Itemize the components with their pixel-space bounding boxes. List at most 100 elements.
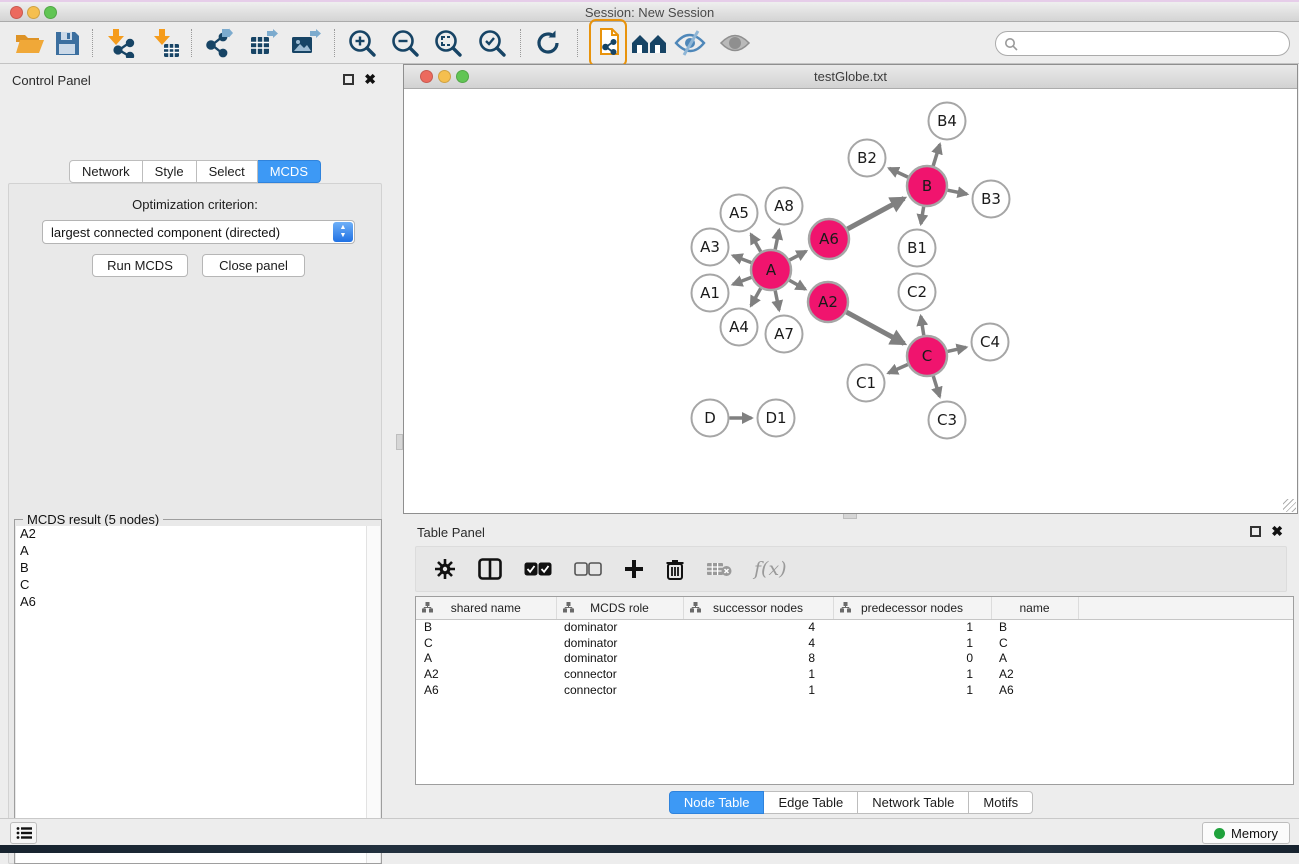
tab-node-table[interactable]: Node Table xyxy=(669,791,765,814)
graph-edge-C-C2[interactable] xyxy=(921,316,924,335)
graph-edge-A-A2[interactable] xyxy=(789,280,805,289)
tab-network-table[interactable]: Network Table xyxy=(858,791,969,814)
graph-node-B3[interactable]: B3 xyxy=(973,181,1010,218)
graph-node-D[interactable]: D xyxy=(692,400,729,437)
graph-node-A2[interactable]: A2 xyxy=(808,282,848,322)
table-cell[interactable]: B xyxy=(991,619,1078,635)
graph-edge-C-C1[interactable] xyxy=(888,364,907,373)
graph-node-A6[interactable]: A6 xyxy=(809,219,849,259)
optimization-criterion-select[interactable]: largest connected component (directed) ▲… xyxy=(42,220,355,244)
graph-edge-A-A5[interactable] xyxy=(751,234,761,251)
graph-node-A1[interactable]: A1 xyxy=(692,275,729,312)
close-panel-icon[interactable]: ✖ xyxy=(1271,526,1283,537)
table-cell[interactable]: 1 xyxy=(683,666,833,682)
table-cell[interactable]: A xyxy=(416,651,556,667)
graph-node-A7[interactable]: A7 xyxy=(766,316,803,353)
table-cell[interactable]: connector xyxy=(556,682,683,698)
table-cell[interactable]: dominator xyxy=(556,651,683,667)
vertical-splitter-handle[interactable] xyxy=(396,434,403,450)
table-cell[interactable]: 1 xyxy=(833,682,991,698)
graph-edge-A-A3[interactable] xyxy=(733,256,751,263)
delete-table-icon[interactable] xyxy=(706,561,732,577)
column-header[interactable]: name xyxy=(991,597,1078,619)
zoom-selected-icon[interactable] xyxy=(475,22,509,64)
float-panel-icon[interactable] xyxy=(343,74,354,85)
table-row[interactable]: Cdominator41C xyxy=(416,635,1293,651)
deselect-all-checkboxes-icon[interactable] xyxy=(574,562,602,576)
zoom-in-icon[interactable] xyxy=(345,22,379,64)
export-table-icon[interactable] xyxy=(246,22,280,64)
first-neighbors-icon[interactable] xyxy=(630,22,668,64)
graph-node-C2[interactable]: C2 xyxy=(899,274,936,311)
graph-edge-C-C3[interactable] xyxy=(933,376,939,397)
graph-node-B1[interactable]: B1 xyxy=(899,230,936,267)
graph-edge-B-B3[interactable] xyxy=(948,190,967,194)
table-cell[interactable]: connector xyxy=(556,666,683,682)
graph-node-A8[interactable]: A8 xyxy=(766,188,803,225)
table-row[interactable]: A6connector11A6 xyxy=(416,682,1293,698)
zoom-fit-icon[interactable] xyxy=(431,22,465,64)
table-cell[interactable]: A2 xyxy=(991,666,1078,682)
graph-edge-A-A1[interactable] xyxy=(733,277,751,284)
table-cell[interactable]: dominator xyxy=(556,619,683,635)
table-cell[interactable]: A6 xyxy=(991,682,1078,698)
graph-edge-A2-C[interactable] xyxy=(846,312,904,343)
tab-select[interactable]: Select xyxy=(197,160,258,183)
graph-node-C1[interactable]: C1 xyxy=(848,365,885,402)
memory-button[interactable]: Memory xyxy=(1202,822,1290,844)
search-field[interactable] xyxy=(995,31,1290,56)
zoom-out-icon[interactable] xyxy=(388,22,422,64)
show-hide-graphics-icon[interactable] xyxy=(672,22,708,64)
graph-node-B[interactable]: B xyxy=(907,166,947,206)
table-cell[interactable]: C xyxy=(416,635,556,651)
column-header[interactable]: MCDS role xyxy=(556,597,683,619)
tab-style[interactable]: Style xyxy=(143,160,197,183)
network-canvas[interactable]: B4B2BB3A5A8A6A3B1AA1C2A2A4A7C4CC1DD1C3 xyxy=(404,90,1297,513)
table-cell[interactable]: 1 xyxy=(833,619,991,635)
graph-edge-A-A8[interactable] xyxy=(775,230,779,249)
column-header[interactable]: successor nodes xyxy=(683,597,833,619)
add-column-icon[interactable] xyxy=(624,559,644,579)
new-network-from-selection-icon[interactable] xyxy=(592,22,624,64)
graph-node-D1[interactable]: D1 xyxy=(758,400,795,437)
import-table-icon[interactable] xyxy=(149,22,183,64)
select-all-checkboxes-icon[interactable] xyxy=(524,562,552,576)
graph-node-B2[interactable]: B2 xyxy=(849,140,886,177)
close-panel-icon[interactable]: ✖ xyxy=(364,74,376,85)
table-cell[interactable]: 0 xyxy=(833,651,991,667)
graph-node-A[interactable]: A xyxy=(751,250,791,290)
column-header[interactable]: predecessor nodes xyxy=(833,597,991,619)
refresh-icon[interactable] xyxy=(531,22,565,64)
delete-column-icon[interactable] xyxy=(666,559,684,580)
export-image-icon[interactable] xyxy=(288,22,322,64)
result-scrollbar[interactable] xyxy=(366,526,380,863)
table-cell[interactable]: A xyxy=(991,651,1078,667)
result-item[interactable]: B xyxy=(16,560,368,577)
table-row[interactable]: Bdominator41B xyxy=(416,619,1293,635)
graph-edge-B-B2[interactable] xyxy=(889,168,908,177)
export-network-icon[interactable] xyxy=(203,22,237,64)
graph-node-A5[interactable]: A5 xyxy=(721,195,758,232)
mcds-result-list[interactable]: A2ABCA6 xyxy=(16,526,368,863)
table-row[interactable]: A2connector11A2 xyxy=(416,666,1293,682)
graph-node-A4[interactable]: A4 xyxy=(721,309,758,346)
result-item[interactable]: A6 xyxy=(16,594,368,611)
result-item[interactable]: C xyxy=(16,577,368,594)
graph-node-B4[interactable]: B4 xyxy=(929,103,966,140)
table-cell[interactable]: 1 xyxy=(833,666,991,682)
save-session-icon[interactable] xyxy=(50,22,84,64)
table-cell[interactable]: A6 xyxy=(416,682,556,698)
graph-edge-C-C4[interactable] xyxy=(947,347,966,351)
result-item[interactable]: A2 xyxy=(16,526,368,543)
table-cell[interactable]: 1 xyxy=(833,635,991,651)
graph-node-C4[interactable]: C4 xyxy=(972,324,1009,361)
table-cell[interactable]: 4 xyxy=(683,619,833,635)
table-cell[interactable]: dominator xyxy=(556,635,683,651)
graph-node-A3[interactable]: A3 xyxy=(692,229,729,266)
table-cell[interactable]: 1 xyxy=(683,682,833,698)
window-resize-grip[interactable] xyxy=(1283,499,1296,512)
run-mcds-button[interactable]: Run MCDS xyxy=(92,254,188,277)
show-column-icon[interactable] xyxy=(478,558,502,580)
table-cell[interactable]: C xyxy=(991,635,1078,651)
close-panel-button[interactable]: Close panel xyxy=(202,254,305,277)
